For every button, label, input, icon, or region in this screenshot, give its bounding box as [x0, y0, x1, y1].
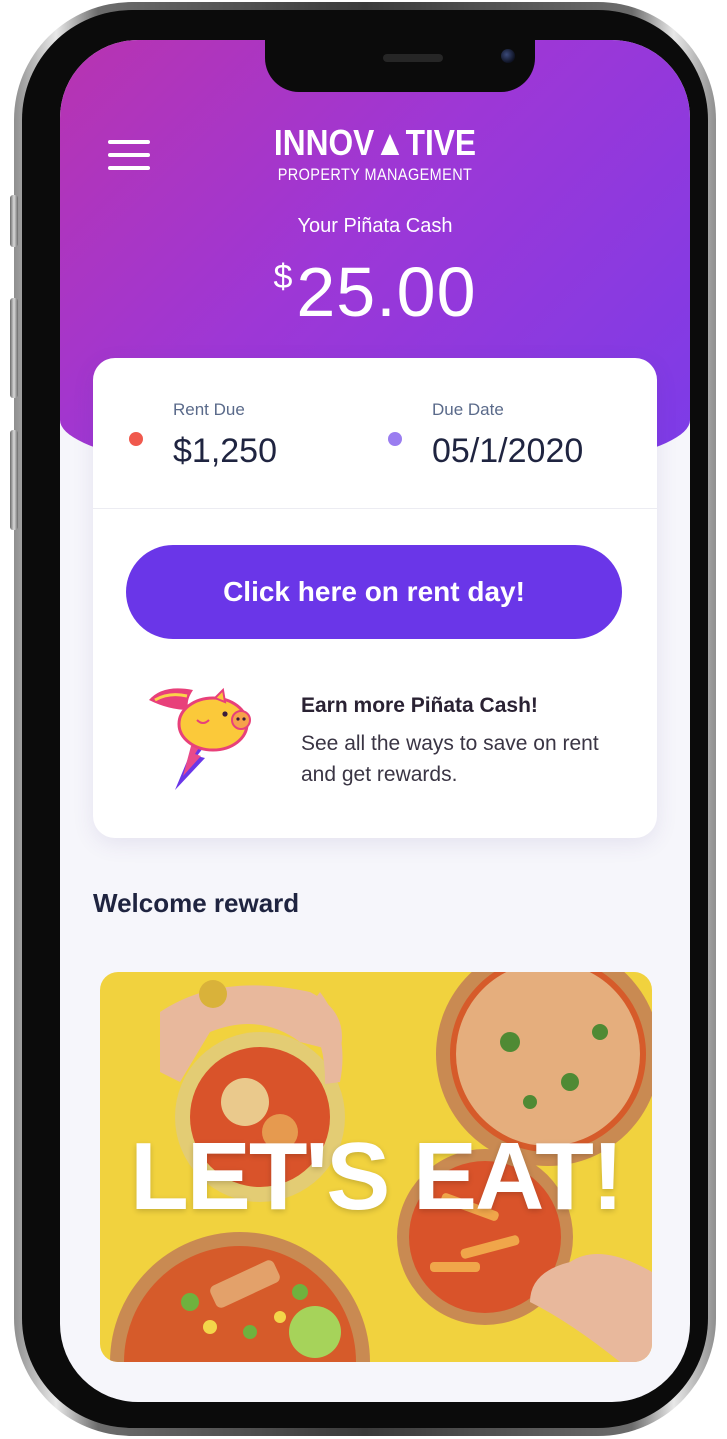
device-stage: INNOV▲TIVE PROPERTY MANAGEMENT Your Piña… [0, 0, 727, 1439]
promo-text: See all the ways to save on rent and get… [301, 732, 599, 786]
welcome-reward-title: Welcome reward [93, 888, 300, 918]
welcome-reward-banner[interactable]: LET'S EAT! [100, 972, 652, 1362]
cash-currency: $ [273, 258, 293, 296]
card-divider [93, 508, 657, 509]
speaker [383, 54, 443, 62]
rent-day-button[interactable]: Click here on rent day! [126, 545, 622, 639]
brand-logo-title: INNOV▲TIVE [273, 122, 477, 163]
cash-amount: $25.00 [60, 252, 690, 332]
rent-due-dot [129, 432, 143, 446]
phone-side-button [10, 195, 18, 247]
brand-logo-subtitle: PROPERTY MANAGEMENT [277, 165, 473, 184]
app-screen: INNOV▲TIVE PROPERTY MANAGEMENT Your Piña… [60, 40, 690, 1402]
rent-due-label: Rent Due [173, 400, 245, 419]
rent-due-value: $1,250 [173, 432, 277, 470]
due-date-label: Due Date [432, 400, 504, 419]
flying-pig-icon [149, 687, 251, 790]
phone-side-button [10, 430, 18, 530]
due-date-dot [388, 432, 402, 446]
cash-value: 25.00 [296, 253, 477, 331]
banner-headline: LET'S EAT! [130, 1123, 624, 1230]
phone-side-button [10, 298, 18, 398]
cash-label: Your Piñata Cash [297, 215, 453, 237]
rent-summary-card: Rent Due $1,250 Due Date 05/1/2020 Click… [93, 358, 657, 838]
camera [501, 49, 515, 63]
due-date-value: 05/1/2020 [432, 432, 584, 470]
promo-title: Earn more Piñata Cash! [301, 694, 538, 717]
earn-cash-promo[interactable]: Earn more Piñata Cash! See all the ways … [145, 680, 635, 800]
phone-notch [265, 40, 535, 92]
